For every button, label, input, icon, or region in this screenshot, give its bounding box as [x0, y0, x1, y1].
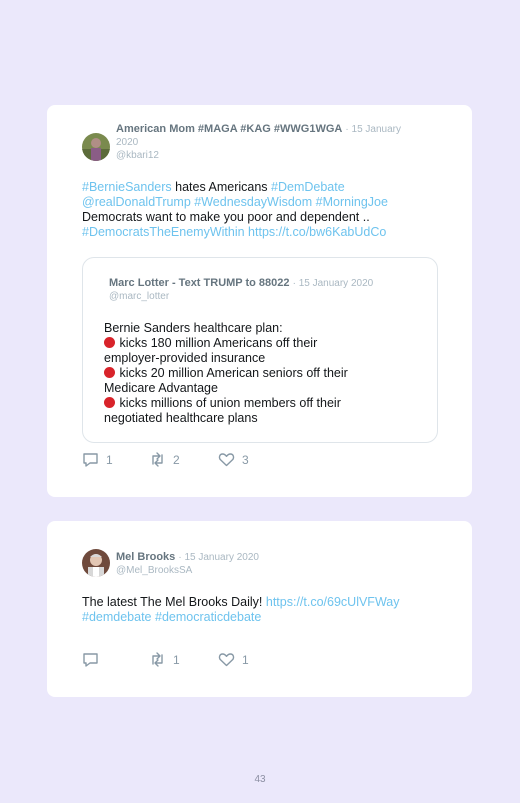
- quoted-tweet[interactable]: Marc Lotter - Text TRUMP to 88022 · 15 J…: [82, 257, 438, 443]
- avatar[interactable]: [82, 549, 110, 577]
- reply-icon: [83, 653, 98, 667]
- retweet-icon: [152, 452, 163, 467]
- tweet-actions: 1 2 3: [82, 452, 442, 468]
- reply-button[interactable]: 1: [82, 452, 113, 467]
- tweet-date-year: 2020: [116, 137, 139, 148]
- mention-link[interactable]: @realDonaldTrump: [82, 195, 191, 209]
- hashtag-link[interactable]: #MorningJoe: [316, 195, 388, 209]
- tweet-text-line: Democrats want to make you poor and depe…: [82, 210, 452, 225]
- tweet-actions: 1 1: [82, 652, 442, 668]
- tweet-date[interactable]: · 15 January: [345, 124, 401, 135]
- stop-sign-icon: [104, 397, 115, 408]
- tweet-text-line: #DemocratsTheEnemyWithin https://t.co/bw…: [82, 225, 452, 240]
- stop-sign-icon: [104, 367, 115, 378]
- hashtag-link[interactable]: #democraticdebate: [155, 610, 261, 624]
- retweet-count: 1: [173, 652, 180, 667]
- quoted-date[interactable]: · 15 January 2020: [293, 278, 374, 289]
- like-button[interactable]: 3: [218, 452, 249, 467]
- retweet-button[interactable]: 2: [149, 452, 180, 467]
- quoted-line: Bernie Sanders healthcare plan:: [104, 321, 283, 335]
- quoted-line: kicks millions of union members off thei…: [104, 396, 348, 411]
- page-number: 43: [254, 774, 266, 785]
- tweet-date[interactable]: · 15 January 2020: [178, 552, 259, 563]
- reply-count: 1: [106, 452, 113, 467]
- tweet-text-line: The latest The Mel Brooks Daily! https:/…: [82, 595, 452, 610]
- quoted-line: kicks 20 million American seniors off th…: [104, 366, 348, 381]
- tweet-text-line: @realDonaldTrump #WednesdayWisdom #Morni…: [82, 195, 452, 210]
- text-segment: The latest The Mel Brooks Daily!: [82, 595, 266, 609]
- retweet-button[interactable]: 1: [149, 652, 180, 667]
- quoted-line: negotiated healthcare plans: [104, 411, 258, 425]
- tweet-text: The latest The Mel Brooks Daily! https:/…: [82, 595, 452, 625]
- hashtag-link[interactable]: #DemocratsTheEnemyWithin: [82, 225, 245, 239]
- quoted-handle[interactable]: @marc_lotter: [109, 291, 373, 303]
- url-link[interactable]: https://t.co/bw6KabUdCo: [248, 225, 386, 239]
- tweet-header: Mel Brooks · 15 January 2020 @Mel_Brooks…: [116, 551, 446, 577]
- hashtag-link[interactable]: #WednesdayWisdom: [194, 195, 312, 209]
- avatar[interactable]: [82, 133, 110, 161]
- retweet-count: 2: [173, 452, 180, 467]
- tweet-text-line: #demdebate #democraticdebate: [82, 610, 452, 625]
- tweet-text: #BernieSanders hates Americans #DemDebat…: [82, 180, 452, 240]
- reply-icon: [83, 453, 98, 467]
- url-link[interactable]: https://t.co/69cUlVFWay: [266, 595, 400, 609]
- quoted-text: Bernie Sanders healthcare plan: kicks 18…: [104, 321, 348, 426]
- like-button[interactable]: 1: [218, 652, 249, 667]
- author-name[interactable]: Mel Brooks: [116, 551, 175, 563]
- tweet-header: American Mom #MAGA #KAG #WWG1WGA · 15 Ja…: [116, 123, 446, 162]
- hashtag-link[interactable]: #DemDebate: [271, 180, 345, 194]
- like-count: 3: [242, 452, 249, 467]
- reply-button[interactable]: [82, 652, 106, 667]
- quoted-line: employer-provided insurance: [104, 351, 266, 365]
- author-handle[interactable]: @kbari12: [116, 150, 446, 162]
- retweet-icon: [152, 652, 163, 667]
- quoted-line: Medicare Advantage: [104, 381, 218, 395]
- tweet-text-line: #BernieSanders hates Americans #DemDebat…: [82, 180, 452, 195]
- hashtag-link[interactable]: #BernieSanders: [82, 180, 172, 194]
- quoted-header: Marc Lotter - Text TRUMP to 88022 · 15 J…: [109, 277, 373, 303]
- heart-icon: [218, 453, 235, 467]
- hashtag-link[interactable]: #demdebate: [82, 610, 152, 624]
- quoted-author-name[interactable]: Marc Lotter - Text TRUMP to 88022: [109, 277, 290, 289]
- text-segment: Democrats want to make you poor and depe…: [82, 210, 370, 224]
- tweet-card-1: American Mom #MAGA #KAG #WWG1WGA · 15 Ja…: [47, 105, 472, 497]
- like-count: 1: [242, 652, 249, 667]
- tweet-card-2: Mel Brooks · 15 January 2020 @Mel_Brooks…: [47, 521, 472, 697]
- author-name[interactable]: American Mom #MAGA #KAG #WWG1WGA: [116, 123, 342, 135]
- author-handle[interactable]: @Mel_BrooksSA: [116, 565, 446, 577]
- stop-sign-icon: [104, 337, 115, 348]
- heart-icon: [218, 653, 235, 667]
- quoted-line: kicks 180 million Americans off their: [104, 336, 348, 351]
- text-segment: hates Americans: [171, 180, 272, 194]
